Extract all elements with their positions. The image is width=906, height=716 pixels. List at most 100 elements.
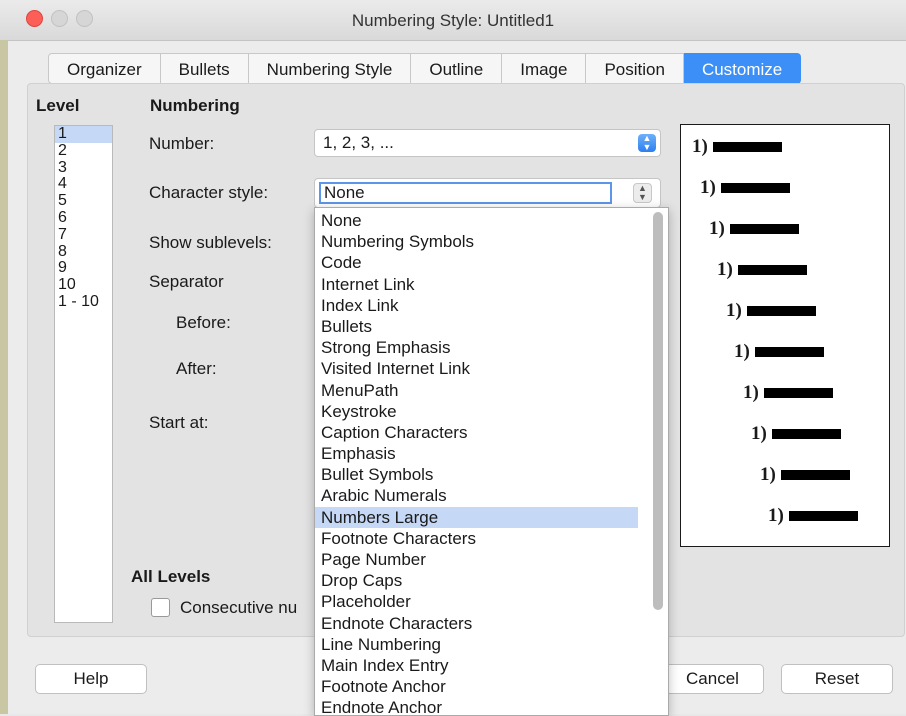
preview-row: 1) [734, 341, 824, 363]
dropdown-option[interactable]: Endnote Characters [315, 613, 638, 634]
preview-number: 1) [751, 423, 767, 444]
dropdown-list: None Numbering Symbols Code Internet Lin… [315, 208, 668, 715]
tab-customize[interactable]: Customize [683, 53, 802, 84]
dropdown-option[interactable]: Internet Link [315, 274, 638, 295]
dropdown-option-highlighted[interactable]: Numbers Large [315, 506, 638, 528]
number-select-value: 1, 2, 3, ... [323, 133, 394, 152]
dialog-window: Numbering Style: Untitled1 Organizer Bul… [0, 0, 906, 716]
consecutive-numbering-checkbox[interactable] [151, 598, 170, 617]
character-style-label: Character style: [149, 183, 269, 202]
level-list[interactable]: 1 2 3 4 5 6 7 8 9 10 1 - 10 [54, 125, 113, 623]
show-sublevels-label: Show sublevels: [149, 233, 272, 252]
preview-row: 1) [709, 218, 799, 240]
level-item[interactable]: 9 [55, 260, 112, 277]
dropdown-option[interactable]: Index Link [315, 295, 638, 316]
level-item[interactable]: 7 [55, 226, 112, 244]
numbering-preview: 1) 1) 1) 1) 1) 1) 1) 1) 1) 1) [680, 124, 890, 547]
preview-bar [737, 265, 807, 275]
preview-row: 1) [751, 423, 841, 445]
preview-bar [746, 306, 816, 316]
level-item[interactable]: 8 [55, 243, 112, 261]
preview-number: 1) [692, 136, 708, 157]
dropdown-option[interactable]: Code [315, 252, 638, 273]
preview-bar [763, 388, 833, 398]
level-item[interactable]: 4 [55, 176, 112, 193]
preview-number: 1) [760, 464, 776, 485]
level-item[interactable]: 1 [55, 125, 112, 143]
dropdown-option[interactable]: Emphasis [315, 443, 638, 464]
before-label: Before: [176, 313, 231, 332]
dropdown-option[interactable]: Keystroke [315, 401, 638, 422]
dropdown-option[interactable]: Main Index Entry [315, 655, 638, 676]
tab-bullets[interactable]: Bullets [160, 53, 249, 84]
level-item[interactable]: 5 [55, 192, 112, 210]
reset-button[interactable]: Reset [781, 664, 893, 694]
preview-number: 1) [726, 300, 742, 321]
dropdown-option[interactable]: Bullet Symbols [315, 464, 638, 485]
preview-bar [729, 224, 799, 234]
dropdown-option[interactable]: Numbering Symbols [315, 231, 638, 252]
window-title: Numbering Style: Untitled1 [351, 11, 555, 30]
dropdown-option[interactable]: Footnote Anchor [315, 676, 638, 697]
dropdown-option[interactable]: None [315, 210, 638, 231]
preview-bar [771, 429, 841, 439]
chevron-updown-icon[interactable]: ▲ ▼ [633, 183, 652, 203]
separator-label: Separator [149, 272, 224, 291]
dropdown-option[interactable]: Line Numbering [315, 634, 638, 655]
dropdown-option[interactable]: Strong Emphasis [315, 337, 638, 358]
numbering-heading: Numbering [150, 96, 240, 115]
dropdown-option[interactable]: Drop Caps [315, 570, 638, 591]
preview-bar [754, 347, 824, 357]
preview-row: 1) [692, 136, 782, 158]
background-window-edge [0, 40, 8, 714]
dropdown-option[interactable]: Endnote Anchor [315, 697, 638, 715]
dropdown-option[interactable]: Arabic Numerals [315, 485, 638, 506]
level-item[interactable]: 10 [55, 276, 112, 294]
preview-bar [780, 470, 850, 480]
level-item[interactable]: 6 [55, 209, 112, 227]
preview-number: 1) [709, 218, 725, 239]
dropdown-option[interactable]: Page Number [315, 549, 638, 570]
preview-row: 1) [768, 505, 858, 527]
preview-bar [712, 142, 782, 152]
preview-bar [720, 183, 790, 193]
character-style-dropdown[interactable]: None Numbering Symbols Code Internet Lin… [314, 207, 669, 716]
tab-image[interactable]: Image [502, 53, 587, 84]
preview-row: 1) [717, 259, 807, 281]
cancel-button[interactable]: Cancel [662, 664, 764, 694]
character-style-combo[interactable]: None ▲ ▼ [314, 178, 661, 208]
preview-row: 1) [726, 300, 816, 322]
preview-number: 1) [743, 382, 759, 403]
dropdown-option[interactable]: Visited Internet Link [315, 358, 638, 379]
chevron-updown-icon: ▲ ▼ [638, 134, 656, 152]
dropdown-scrollbar[interactable] [653, 212, 663, 610]
help-button[interactable]: Help [35, 664, 147, 694]
dropdown-option[interactable]: Footnote Characters [315, 528, 638, 549]
preview-bar [788, 511, 858, 521]
after-label: After: [176, 359, 217, 378]
level-item[interactable]: 1 - 10 [55, 293, 112, 311]
dropdown-option[interactable]: Bullets [315, 316, 638, 337]
tab-bar: Organizer Bullets Numbering Style Outlin… [48, 53, 802, 84]
preview-number: 1) [734, 341, 750, 362]
consecutive-numbering-label: Consecutive nu [180, 598, 298, 617]
dropdown-option[interactable]: Placeholder [315, 591, 638, 612]
level-item[interactable]: 3 [55, 159, 112, 177]
preview-number: 1) [768, 505, 784, 526]
dropdown-option[interactable]: MenuPath [315, 380, 638, 401]
character-style-input[interactable]: None [319, 182, 612, 204]
level-heading: Level [36, 96, 80, 115]
preview-number: 1) [700, 177, 716, 198]
tab-organizer[interactable]: Organizer [48, 53, 161, 84]
level-item[interactable]: 2 [55, 142, 112, 160]
preview-row: 1) [743, 382, 833, 404]
tab-position[interactable]: Position [586, 53, 684, 84]
preview-row: 1) [760, 464, 850, 486]
preview-number: 1) [717, 259, 733, 280]
number-select[interactable]: 1, 2, 3, ... ▲ ▼ [314, 129, 661, 157]
tab-outline[interactable]: Outline [411, 53, 503, 84]
dropdown-option[interactable]: Caption Characters [315, 422, 638, 443]
number-label: Number: [149, 134, 215, 153]
start-at-label: Start at: [149, 413, 209, 432]
tab-numbering-style[interactable]: Numbering Style [248, 53, 412, 84]
